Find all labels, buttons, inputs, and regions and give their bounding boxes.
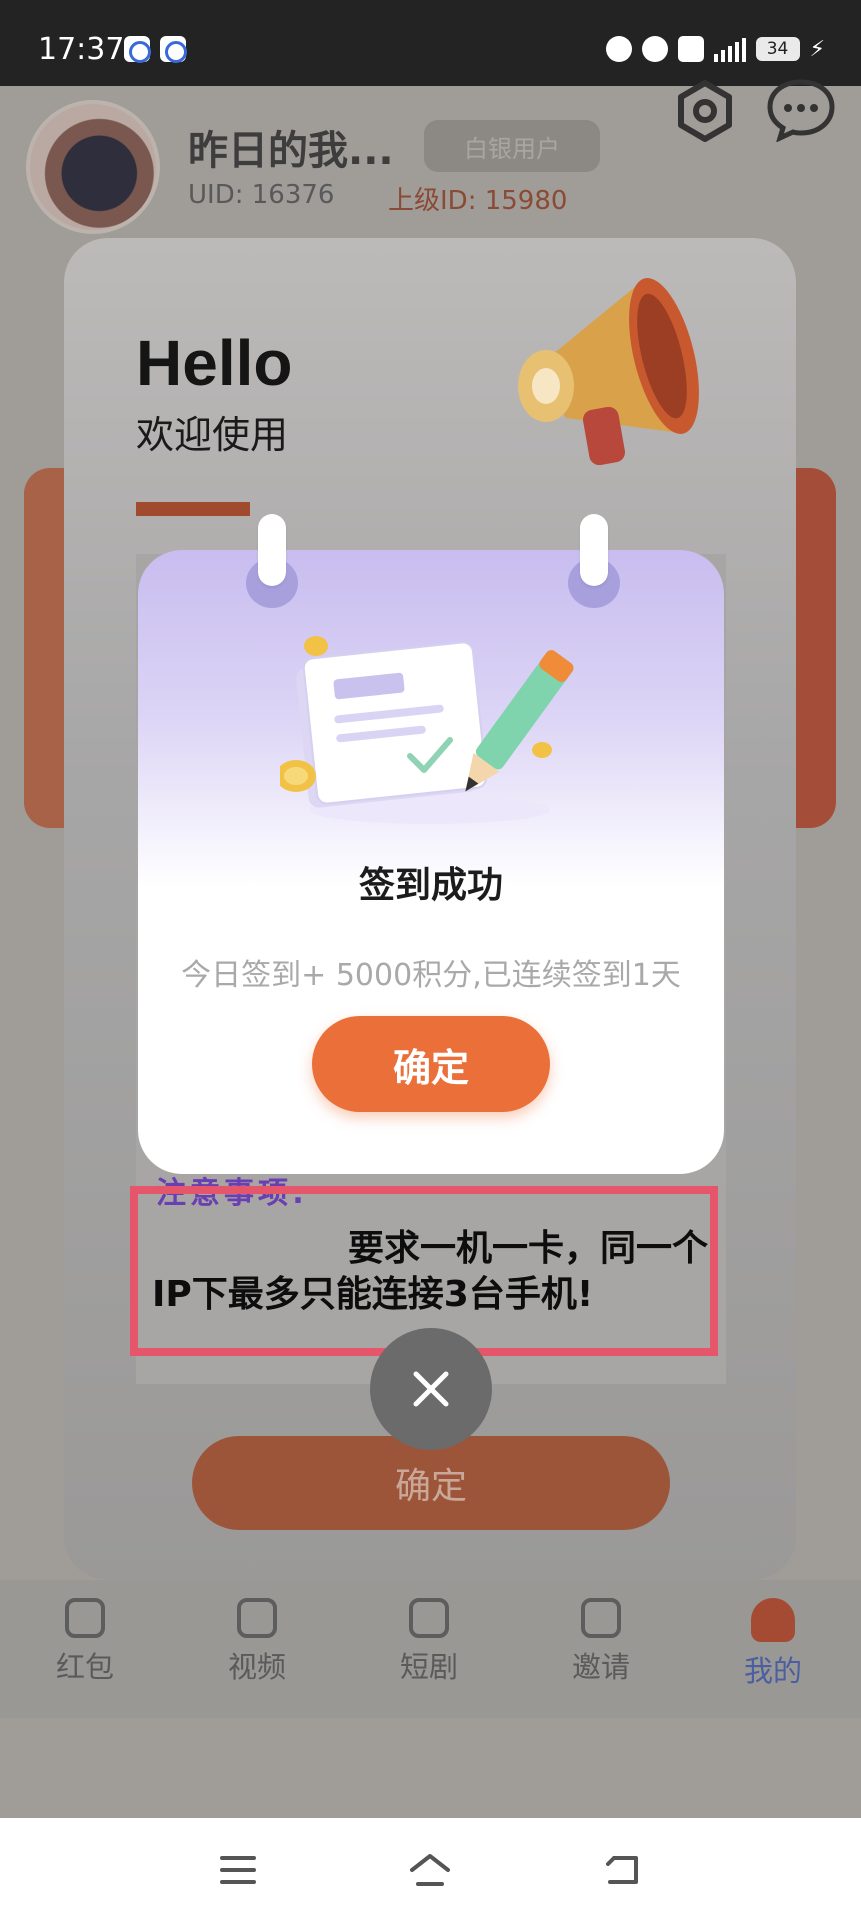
checkin-document-icon xyxy=(280,636,574,824)
charging-icon: ⚡ xyxy=(809,36,825,62)
battery-icon: 34 xyxy=(755,37,800,61)
notice-text: 要求一机一卡，同一个IP下最多只能连接3台手机! xyxy=(152,1228,709,1315)
avatar[interactable] xyxy=(26,100,160,234)
nav-item-red-packet[interactable]: 红包 xyxy=(30,1598,140,1686)
video-icon xyxy=(237,1598,277,1638)
invite-icon xyxy=(581,1598,621,1638)
back-icon[interactable] xyxy=(600,1848,644,1892)
alarm-icon xyxy=(605,36,632,62)
user-uid: UID: 16376 xyxy=(188,180,335,210)
profile-name: 昨日的我... xyxy=(188,128,394,174)
checkin-message: 今日签到+ 5000积分,已连续签到1天 xyxy=(181,958,681,993)
nav-item-mine[interactable]: 我的 xyxy=(718,1598,828,1690)
background-card xyxy=(792,468,836,828)
parent-id: 上级ID: 15980 xyxy=(388,186,568,216)
hd-icon xyxy=(677,36,704,62)
notification-app-icon xyxy=(124,36,151,63)
status-indicators: 34 ⚡ xyxy=(605,36,825,62)
calendar-ring xyxy=(568,514,620,614)
nav-label: 短剧 xyxy=(399,1650,458,1684)
megaphone-icon xyxy=(518,278,699,466)
checkin-title: 签到成功 xyxy=(358,865,503,906)
message-icon[interactable] xyxy=(766,78,836,142)
system-navigation-bar xyxy=(0,1818,861,1920)
nav-label: 邀请 xyxy=(571,1650,630,1684)
profile-icon xyxy=(751,1598,795,1642)
member-badge: 白银用户 xyxy=(424,120,600,172)
status-bar: 17:37 34 ⚡ xyxy=(0,0,861,86)
signal-icon xyxy=(713,36,746,62)
nav-item-video[interactable]: 视频 xyxy=(202,1598,312,1686)
menu-icon[interactable] xyxy=(216,1848,260,1892)
mute-icon xyxy=(641,36,668,62)
nav-label: 红包 xyxy=(55,1650,114,1684)
nav-item-short-drama[interactable]: 短剧 xyxy=(374,1598,484,1686)
nav-label: 视频 xyxy=(227,1650,286,1684)
tv-icon xyxy=(409,1598,449,1638)
dialog-subtitle: 欢迎使用 xyxy=(136,413,289,457)
calendar-ring xyxy=(246,514,298,614)
close-button[interactable] xyxy=(370,1328,492,1450)
checkin-success-popup: 签到成功 今日签到+ 5000积分,已连续签到1天 确定 xyxy=(138,514,724,1174)
checkin-confirm-button[interactable]: 确定 xyxy=(312,1016,550,1112)
dialog-title: Hello xyxy=(136,327,293,399)
home-icon[interactable] xyxy=(408,1848,452,1892)
title-underline xyxy=(136,502,250,516)
status-time: 17:37 xyxy=(38,32,125,67)
red-packet-icon xyxy=(65,1598,105,1638)
welcome-confirm-button[interactable]: 确定 xyxy=(192,1436,670,1530)
notification-telecom-icon xyxy=(160,36,187,63)
nav-label: 我的 xyxy=(743,1654,802,1688)
bottom-nav: 红包 视频 短剧 邀请 我的 xyxy=(0,1580,861,1718)
close-icon xyxy=(413,1371,449,1407)
settings-icon[interactable] xyxy=(674,80,736,142)
nav-item-invite[interactable]: 邀请 xyxy=(546,1598,656,1686)
